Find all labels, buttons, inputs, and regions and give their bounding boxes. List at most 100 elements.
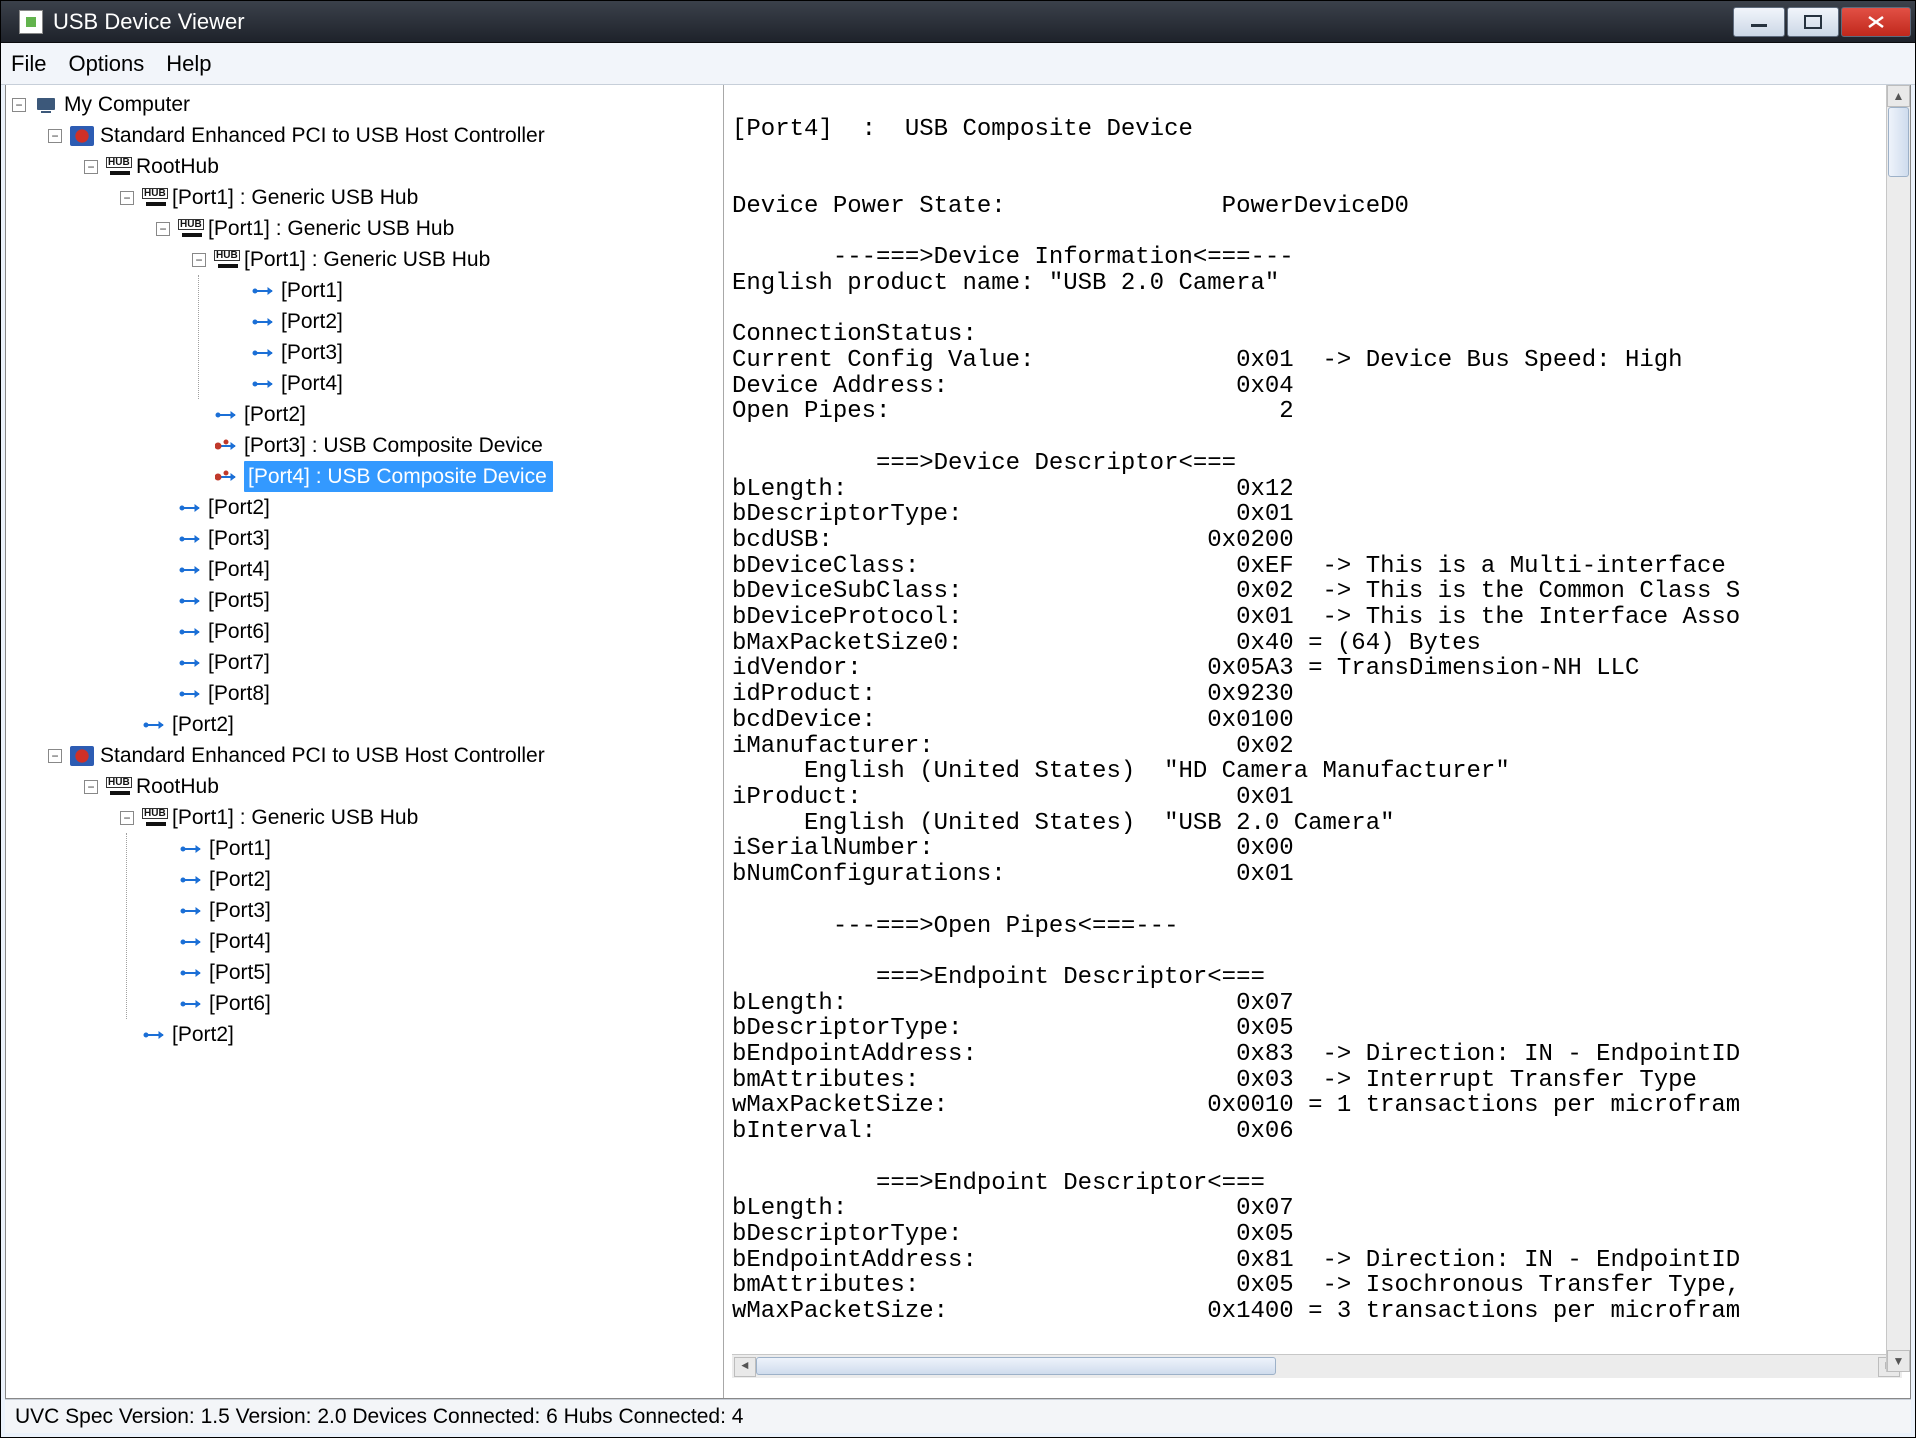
usb-icon xyxy=(178,498,202,518)
client-area: − My Computer − Standard Enhanced PCI to… xyxy=(5,85,1911,1399)
tree-label[interactable]: [Port6] xyxy=(208,616,270,647)
usb-icon xyxy=(178,560,202,580)
usb-icon xyxy=(179,870,203,890)
tree-label[interactable]: [Port4] xyxy=(209,926,271,957)
tree-label[interactable]: [Port4] : USB Composite Device xyxy=(244,461,553,492)
hub-icon xyxy=(106,157,130,177)
app-icon xyxy=(19,10,43,34)
tree-label[interactable]: [Port8] xyxy=(208,678,270,709)
hub-icon xyxy=(106,777,130,797)
usb-icon xyxy=(179,963,203,983)
computer-icon xyxy=(34,95,58,115)
tree-label[interactable]: [Port7] xyxy=(208,647,270,678)
tree-label[interactable]: [Port1] : Generic USB Hub xyxy=(172,802,418,833)
expander[interactable]: − xyxy=(120,811,134,825)
expander[interactable]: − xyxy=(48,129,62,143)
tree-label[interactable]: RootHub xyxy=(136,771,219,802)
tree-label[interactable]: [Port1] xyxy=(209,833,271,864)
usb-icon xyxy=(178,684,202,704)
tree-label[interactable]: RootHub xyxy=(136,151,219,182)
usb-icon xyxy=(251,343,275,363)
usb-icon xyxy=(178,653,202,673)
expander[interactable]: − xyxy=(12,98,26,112)
scroll-track[interactable] xyxy=(756,1357,1878,1377)
minimize-button[interactable] xyxy=(1733,7,1785,37)
tree-label[interactable]: [Port4] xyxy=(281,368,343,399)
hub-icon xyxy=(142,188,166,208)
expander[interactable]: − xyxy=(192,253,206,267)
usb-icon xyxy=(142,715,166,735)
menu-file[interactable]: File xyxy=(11,51,46,77)
usb-icon xyxy=(214,405,238,425)
tree-label[interactable]: [Port2] xyxy=(172,709,234,740)
maximize-icon xyxy=(1803,14,1823,30)
tree-label[interactable]: [Port4] xyxy=(208,554,270,585)
tree-label[interactable]: [Port1] : Generic USB Hub xyxy=(244,244,490,275)
titlebar[interactable]: USB Device Viewer xyxy=(1,1,1915,43)
expander[interactable]: − xyxy=(48,749,62,763)
horizontal-scrollbar[interactable]: ◄ ► xyxy=(732,1354,1902,1378)
tree-label[interactable]: Standard Enhanced PCI to USB Host Contro… xyxy=(100,740,545,771)
usb-icon xyxy=(178,529,202,549)
close-icon xyxy=(1866,14,1886,30)
tree-label[interactable]: [Port1] : Generic USB Hub xyxy=(172,182,418,213)
usb-icon xyxy=(142,1025,166,1045)
usb-icon xyxy=(179,839,203,859)
usb-icon xyxy=(179,901,203,921)
tree-label[interactable]: [Port2] xyxy=(208,492,270,523)
tree-label[interactable]: [Port1] xyxy=(281,275,343,306)
scroll-thumb[interactable] xyxy=(756,1357,1276,1375)
scroll-track[interactable] xyxy=(1887,107,1910,1350)
usb-icon xyxy=(179,994,203,1014)
scroll-up-arrow-icon[interactable]: ▲ xyxy=(1887,85,1910,107)
menu-help[interactable]: Help xyxy=(166,51,211,77)
menu-options[interactable]: Options xyxy=(68,51,144,77)
hub-icon xyxy=(142,808,166,828)
detail-pane-wrap: [Port4] : USB Composite Device Device Po… xyxy=(724,85,1910,1398)
window-title: USB Device Viewer xyxy=(53,9,1733,35)
scroll-left-arrow-icon[interactable]: ◄ xyxy=(734,1357,756,1377)
tree-label[interactable]: [Port5] xyxy=(208,585,270,616)
usb-device-icon xyxy=(214,467,238,487)
usb-icon xyxy=(251,312,275,332)
expander[interactable]: − xyxy=(120,191,134,205)
vertical-scrollbar[interactable]: ▲ ▼ xyxy=(1886,85,1910,1372)
hub-icon xyxy=(178,219,202,239)
tree-label[interactable]: [Port5] xyxy=(209,957,271,988)
expander[interactable]: − xyxy=(84,160,98,174)
tree-label[interactable]: [Port3] xyxy=(208,523,270,554)
close-button[interactable] xyxy=(1841,7,1911,37)
menubar: File Options Help xyxy=(1,43,1915,85)
host-controller-icon xyxy=(70,746,94,766)
hub-icon xyxy=(214,250,238,270)
tree-label[interactable]: My Computer xyxy=(64,89,190,120)
tree-label[interactable]: [Port3] xyxy=(209,895,271,926)
scroll-down-arrow-icon[interactable]: ▼ xyxy=(1887,1350,1910,1372)
usb-icon xyxy=(178,622,202,642)
device-tree[interactable]: − My Computer − Standard Enhanced PCI to… xyxy=(6,85,724,1398)
tree-label[interactable]: [Port2] xyxy=(172,1019,234,1050)
app-window: USB Device Viewer File Options Help − xyxy=(0,0,1916,1438)
tree-label[interactable]: [Port3] : USB Composite Device xyxy=(244,430,543,461)
tree-label[interactable]: [Port6] xyxy=(209,988,271,1019)
usb-icon xyxy=(251,281,275,301)
scroll-thumb[interactable] xyxy=(1888,107,1909,177)
tree-label[interactable]: [Port2] xyxy=(244,399,306,430)
detail-pane[interactable]: [Port4] : USB Composite Device Device Po… xyxy=(724,85,1910,1398)
status-bar: UVC Spec Version: 1.5 Version: 2.0 Devic… xyxy=(5,1399,1911,1433)
selected-tree-item[interactable]: [Port4] : USB Composite Device xyxy=(192,461,723,492)
tree-label[interactable]: [Port2] xyxy=(209,864,271,895)
maximize-button[interactable] xyxy=(1787,7,1839,37)
status-text: UVC Spec Version: 1.5 Version: 2.0 Devic… xyxy=(15,1405,743,1429)
tree-label[interactable]: [Port1] : Generic USB Hub xyxy=(208,213,454,244)
detail-text: [Port4] : USB Composite Device Device Po… xyxy=(732,116,1740,1325)
expander[interactable]: − xyxy=(156,222,170,236)
host-controller-icon xyxy=(70,126,94,146)
usb-icon xyxy=(179,932,203,952)
expander[interactable]: − xyxy=(84,780,98,794)
tree-label[interactable]: [Port2] xyxy=(281,306,343,337)
usb-icon xyxy=(178,591,202,611)
usb-device-icon xyxy=(214,436,238,456)
tree-label[interactable]: Standard Enhanced PCI to USB Host Contro… xyxy=(100,120,545,151)
tree-label[interactable]: [Port3] xyxy=(281,337,343,368)
